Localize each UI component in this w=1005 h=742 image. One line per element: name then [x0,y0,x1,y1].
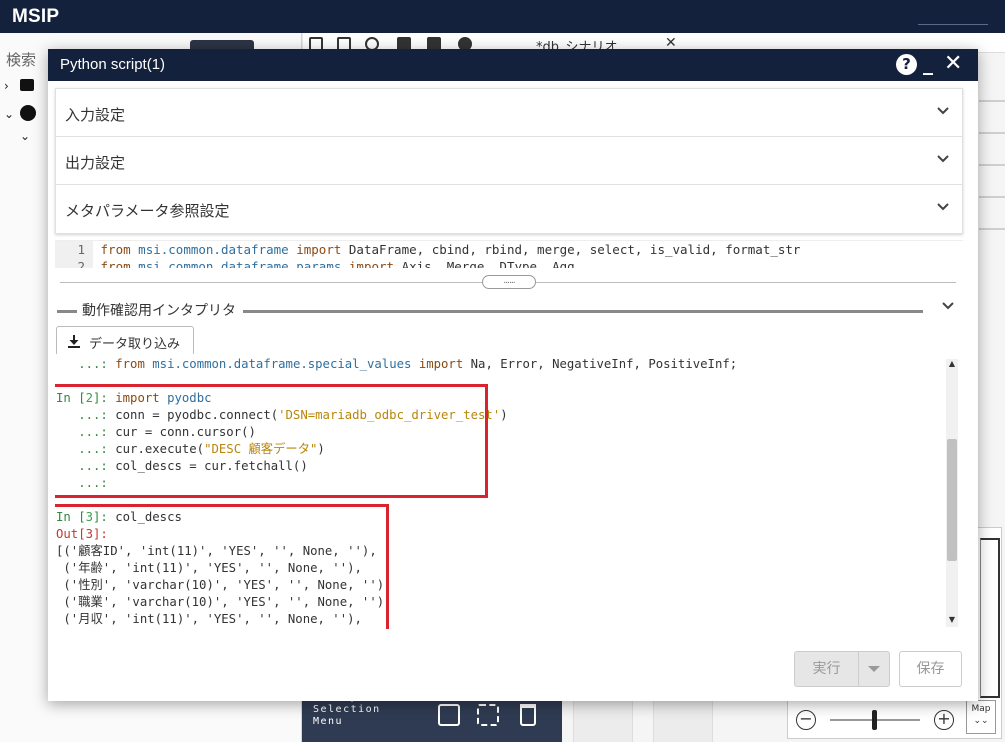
divider [979,228,1005,230]
chevron-down-icon: ⌄ [4,107,15,121]
dialog-header: Python script(1) ? _ ✕ [48,49,978,81]
highlight-box-in2 [55,384,488,498]
app-title: MSIP [12,6,60,27]
line-number: 1 [55,241,93,258]
multiple-selection-menu: Multiple Selection Menu [302,692,562,742]
interpreter-title: 動作確認用インタプリタ [82,303,236,319]
right-strip [979,100,1005,300]
globe-icon [20,105,36,121]
header-divider [918,24,988,25]
group-icon[interactable] [438,704,460,726]
accordion-label: メタパラメータ参照設定 [65,202,230,220]
app-header: MSIP [0,0,1005,33]
accordion-label: 入力設定 [65,106,126,124]
download-icon [68,335,80,348]
chevron-down-icon: ⌄ [20,129,31,143]
divider [57,310,77,313]
scrollbar-thumb[interactable] [947,439,957,561]
tree-item-globe[interactable]: ⌄ [4,105,36,122]
scroll-down-icon[interactable]: ▼ [947,615,957,625]
divider [243,310,923,313]
close-icon[interactable]: ✕ [944,52,962,76]
accordion-input-settings[interactable]: 入力設定 [56,89,962,137]
console-line: ...: from msi.common.dataframe.special_v… [78,357,738,371]
interpreter-header: 動作確認用インタプリタ [55,298,963,324]
tree-item-child[interactable]: ⌄ [20,129,36,144]
zoom-slider-thumb[interactable] [872,710,877,730]
run-button[interactable]: 実行 [795,652,859,686]
chevrons-down-icon: ⌄⌄ [973,716,989,726]
chevron-down-icon [937,155,949,163]
accordion-output-settings[interactable]: 出力設定 [56,137,962,185]
folder-icon [20,79,34,91]
minimize-icon[interactable]: _ [923,53,933,73]
console-scrollbar[interactable]: ▲ ▼ [946,359,958,627]
run-button-group: 実行 [794,651,890,687]
zoom-out-button[interactable]: − [796,710,816,730]
code-line: 1 from msi.common.dataframe import DataF… [55,241,963,258]
trash-icon[interactable] [520,704,536,726]
help-icon[interactable]: ? [896,54,917,75]
chevron-down-icon[interactable] [940,298,956,314]
search-label: 検索 [6,51,37,69]
chevron-right-icon: › [4,79,9,93]
import-data-label: データ取り込み [89,337,181,352]
zoom-in-button[interactable]: + [934,710,954,730]
caret-down-icon [868,666,880,672]
code-editor[interactable]: 1 from msi.common.dataframe import DataF… [55,240,963,268]
scroll-up-icon[interactable]: ▲ [947,359,957,369]
interpreter-console[interactable]: ...: from msi.common.dataframe.special_v… [55,354,963,629]
divider [979,100,1005,102]
settings-accordion: 入力設定 出力設定 メタパラメータ参照設定 [55,88,963,234]
accordion-metaparam-settings[interactable]: メタパラメータ参照設定 [56,185,962,233]
map-frame [980,538,1000,698]
divider [979,132,1005,134]
chevron-down-icon [937,203,949,211]
accordion-label: 出力設定 [65,154,126,172]
line-number: 2 [55,258,93,268]
divider [979,196,1005,198]
divider [979,164,1005,166]
save-button[interactable]: 保存 [899,651,962,687]
map-toggle-button[interactable]: Map ⌄⌄ [966,700,996,734]
splitter-handle[interactable]: ...... [482,275,536,289]
dialog-title: Python script(1) [60,56,166,73]
highlight-box-in3 [55,504,389,629]
deselect-icon[interactable] [477,704,499,726]
chevron-down-icon [937,107,949,115]
import-data-button[interactable]: データ取り込み [56,326,194,356]
map-zoom-controls: − + [794,708,994,732]
map-label: Map [971,704,991,714]
code-line: 2 from msi.common.dataframe.params impor… [55,258,963,268]
run-options-dropdown[interactable] [859,652,889,686]
tree-item-folder[interactable]: › [4,79,34,94]
python-script-dialog: Python script(1) ? _ ✕ 入力設定 出力設定 メタパラメータ… [48,49,978,701]
